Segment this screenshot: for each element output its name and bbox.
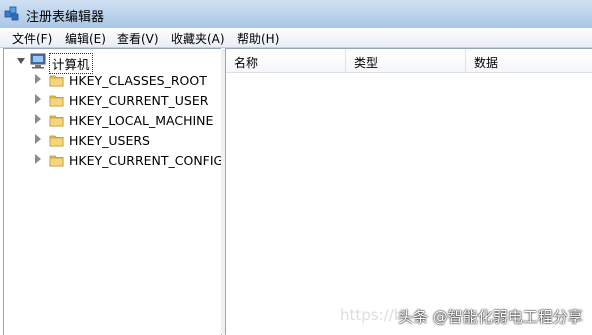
column-header-data[interactable]: 数据 <box>466 50 592 73</box>
menu-edit[interactable]: 编辑(E) <box>63 30 108 47</box>
collapse-arrow-icon[interactable] <box>35 134 41 144</box>
folder-icon <box>49 75 64 87</box>
menu-view[interactable]: 查看(V) <box>115 30 161 47</box>
tree-node-label: 计算机 <box>49 53 93 74</box>
tree-pane[interactable]: 计算机 HKEY_CLASSES_ROOT HKEY_CURRENT_USER … <box>3 48 223 335</box>
tree-node-label: HKEY_USERS <box>69 133 150 148</box>
tree-node-computer[interactable]: 计算机 <box>4 52 204 74</box>
menu-file[interactable]: 文件(F) <box>10 30 54 47</box>
registry-editor-icon <box>4 6 19 21</box>
window-title: 注册表编辑器 <box>26 10 105 25</box>
folder-icon <box>49 135 64 147</box>
column-header-label: 名称 <box>234 56 259 70</box>
folder-icon <box>49 95 64 107</box>
expand-arrow-icon[interactable] <box>17 58 25 64</box>
collapse-arrow-icon[interactable] <box>35 94 41 104</box>
collapse-arrow-icon[interactable] <box>35 154 41 164</box>
watermark: https://b <box>340 306 403 324</box>
watermark-text-wrap: 头条 @智能化弱电工程分享 <box>398 306 583 327</box>
collapse-arrow-icon[interactable] <box>35 74 41 84</box>
folder-icon <box>49 115 64 127</box>
tree-node-hkey-current-user[interactable]: HKEY_CURRENT_USER <box>4 92 219 110</box>
folder-icon <box>49 155 64 167</box>
tree-node-label: HKEY_CURRENT_USER <box>69 93 209 108</box>
column-header-name[interactable]: 名称 <box>226 50 346 73</box>
computer-icon <box>30 53 46 69</box>
tree-node-hkey-classes-root[interactable]: HKEY_CLASSES_ROOT <box>4 72 219 90</box>
tree-node-hkey-local-machine[interactable]: HKEY_LOCAL_MACHINE <box>4 112 219 130</box>
menu-bar: 文件(F) 编辑(E) 查看(V) 收藏夹(A) 帮助(H) <box>0 28 592 48</box>
collapse-arrow-icon[interactable] <box>35 114 41 124</box>
tree-node-hkey-users[interactable]: HKEY_USERS <box>4 132 219 150</box>
watermark-url: https://b <box>340 306 404 324</box>
tree-node-label: HKEY_LOCAL_MACHINE <box>69 113 214 128</box>
tree-node-hkey-current-config[interactable]: HKEY_CURRENT_CONFIG <box>4 152 223 170</box>
tree-node-label: HKEY_CLASSES_ROOT <box>69 73 207 88</box>
column-header-label: 类型 <box>354 56 379 70</box>
values-list-pane[interactable]: 名称 类型 数据 <box>225 48 592 335</box>
menu-help[interactable]: 帮助(H) <box>235 30 281 47</box>
column-header-label: 数据 <box>474 56 499 70</box>
tree-node-label: HKEY_CURRENT_CONFIG <box>69 153 224 168</box>
column-header-type[interactable]: 类型 <box>346 50 466 73</box>
menu-favorites[interactable]: 收藏夹(A) <box>169 30 227 47</box>
title-bar[interactable]: 注册表编辑器 <box>0 0 592 28</box>
watermark-text: 头条 @智能化弱电工程分享 <box>398 308 583 326</box>
